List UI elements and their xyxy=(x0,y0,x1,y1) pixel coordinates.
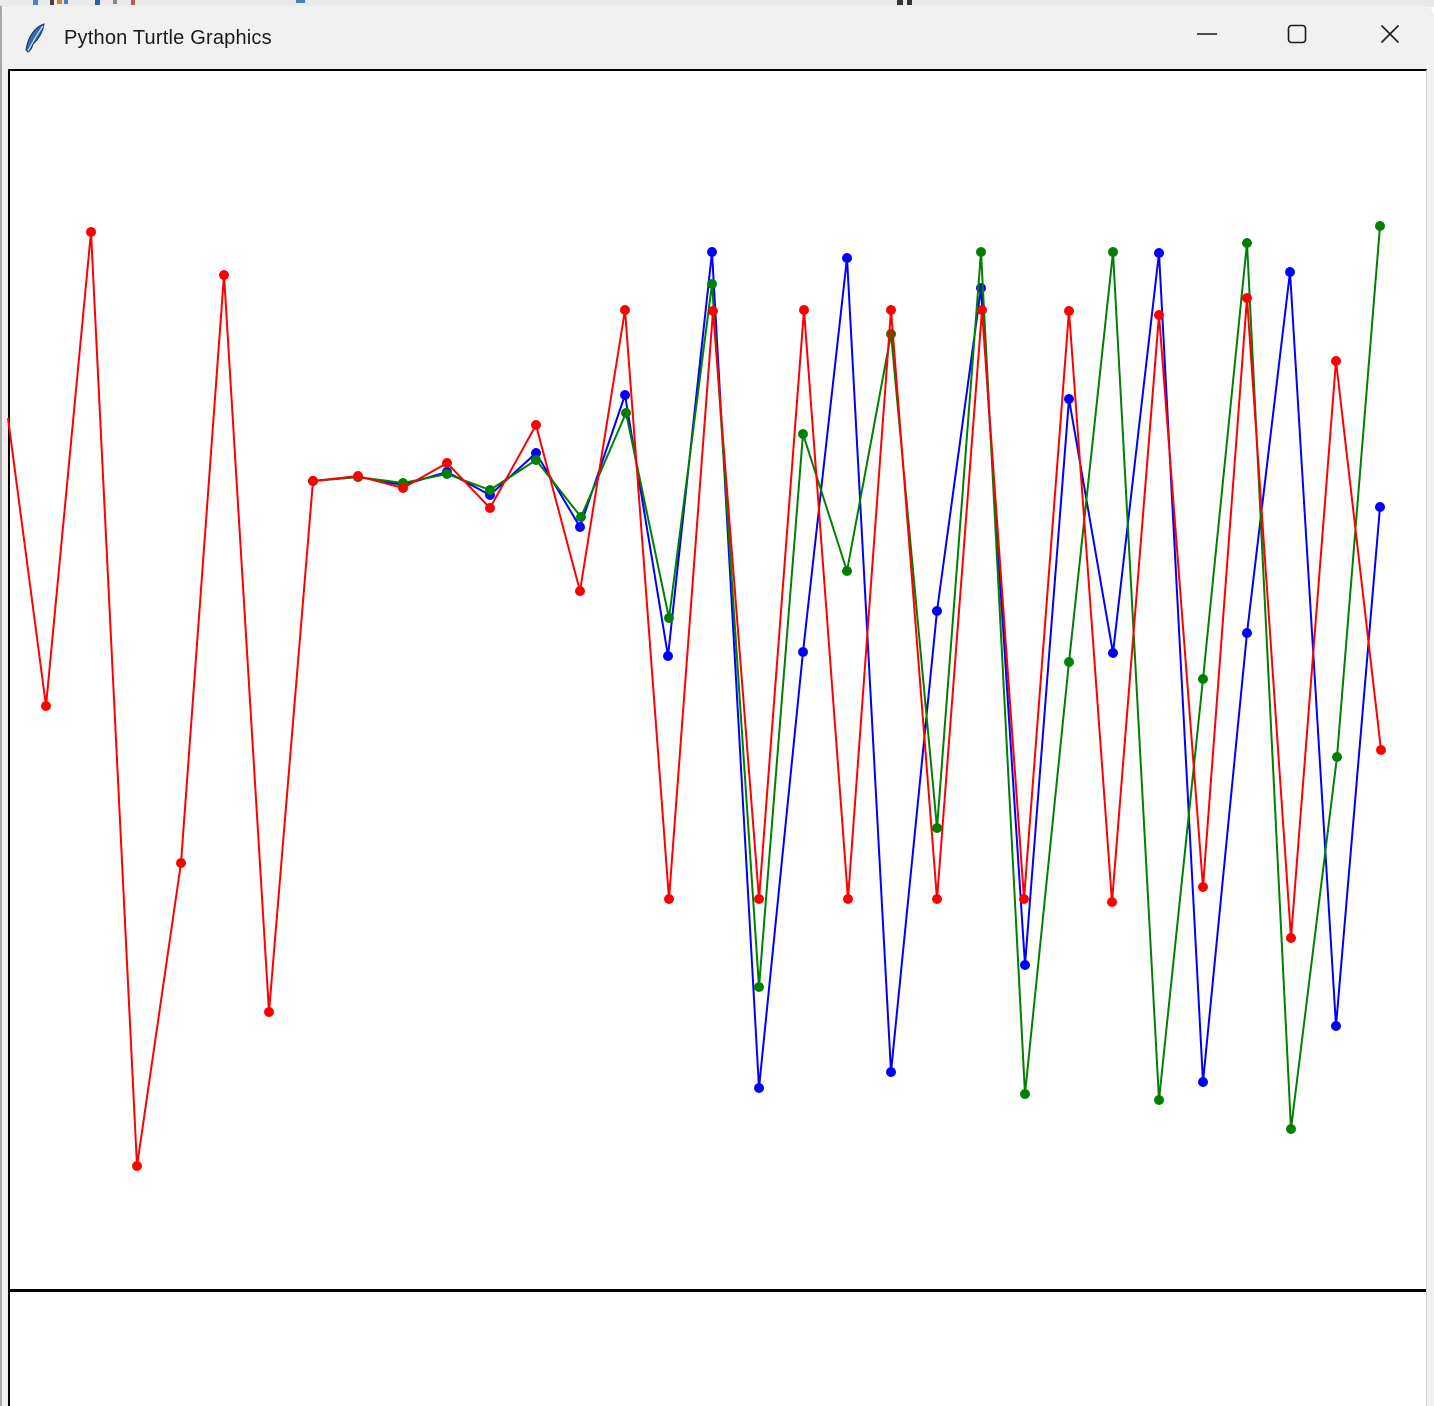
canvas-lower-margin xyxy=(10,1292,1426,1406)
minimize-button[interactable] xyxy=(1184,6,1230,66)
background-fragment xyxy=(296,0,305,3)
background-fragment xyxy=(131,0,135,5)
minimize-icon xyxy=(1196,23,1218,50)
window-title: Python Turtle Graphics xyxy=(64,26,272,49)
background-fragment xyxy=(907,0,912,5)
background-fragment xyxy=(57,0,62,4)
title-bar[interactable]: Python Turtle Graphics xyxy=(0,6,1434,70)
background-fragment xyxy=(50,0,54,5)
canvas-border-bottom xyxy=(8,1289,1427,1292)
python-feather-icon xyxy=(24,23,46,53)
close-button[interactable] xyxy=(1367,6,1413,66)
maximize-icon xyxy=(1287,24,1307,49)
turtle-canvas xyxy=(10,71,1426,1289)
background-fragment xyxy=(95,0,100,5)
canvas-border-top xyxy=(8,69,1427,71)
canvas-border-left xyxy=(8,69,10,1406)
background-fragment xyxy=(64,0,68,4)
background-fragment xyxy=(113,0,117,4)
maximize-button[interactable] xyxy=(1274,6,1320,66)
background-fragment xyxy=(33,0,38,5)
close-icon xyxy=(1380,24,1400,49)
scrollbar-strip[interactable] xyxy=(1426,70,1434,1406)
background-fragment xyxy=(897,0,903,5)
